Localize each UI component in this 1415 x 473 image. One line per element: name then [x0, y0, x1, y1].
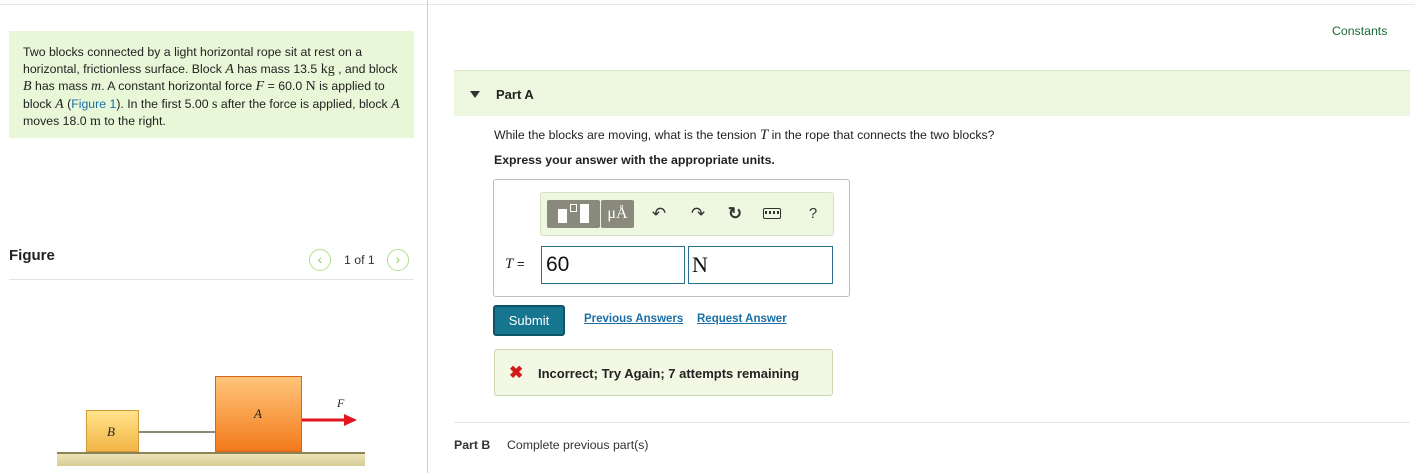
problem-text: moves 18.0 [23, 114, 90, 129]
question-text: While the blocks are moving, what is the… [494, 127, 995, 144]
var-a: A [225, 61, 234, 77]
templates-button[interactable] [547, 200, 600, 228]
math-toolbar: μÅ ↶ ↷ ↻ ? [540, 192, 834, 236]
unit-n: N [305, 79, 316, 95]
force-arrow [302, 414, 357, 426]
block-a: A [215, 376, 302, 452]
problem-text: after the force is applied, block [217, 96, 392, 111]
figure-divider [9, 279, 414, 280]
var-m: m [91, 79, 102, 95]
var-a: A [55, 96, 64, 112]
problem-text: has mass [31, 79, 92, 94]
next-figure-button[interactable]: › [386, 249, 409, 271]
question-post: in the rope that connects the two blocks… [768, 128, 995, 142]
incorrect-x-icon: ✖ [509, 363, 524, 382]
figure-title: Figure [9, 247, 55, 264]
force-label: F [337, 396, 345, 410]
rope [139, 431, 215, 433]
feedback-text: Incorrect; Try Again; 7 attempts remaini… [538, 366, 800, 381]
figure-link[interactable]: Figure 1 [71, 97, 116, 111]
prev-figure-button[interactable]: ‹ [309, 249, 331, 271]
unit-kg: kg [320, 61, 335, 77]
problem-text: has mass 13.5 [233, 61, 321, 76]
part-b-divider [454, 422, 1410, 423]
unit-input[interactable] [688, 246, 833, 284]
collapse-triangle-icon[interactable] [470, 91, 480, 98]
answer-eq: = [513, 256, 525, 271]
constants-link[interactable]: Constants [1332, 24, 1387, 38]
feedback-box: ✖ Incorrect; Try Again; 7 attempts remai… [494, 349, 833, 396]
var-b: B [23, 79, 32, 95]
answer-instruction: Express your answer with the appropriate… [494, 153, 775, 167]
undo-icon[interactable]: ↶ [649, 204, 669, 224]
part-a-header[interactable]: Part A [454, 70, 1410, 116]
value-input[interactable] [541, 246, 685, 284]
part-b-status: Complete previous part(s) [507, 438, 649, 452]
chevron-left-icon: ‹ [317, 251, 323, 267]
templates-icon-block [580, 204, 589, 223]
part-b-label[interactable]: Part B [454, 438, 490, 452]
request-answer-link[interactable]: Request Answer [697, 313, 787, 325]
previous-answers-link[interactable]: Previous Answers [584, 313, 683, 325]
templates-icon [558, 209, 567, 223]
problem-text: ). In the first 5.00 [116, 96, 213, 111]
submit-button[interactable]: Submit [493, 305, 565, 336]
block-a-label: A [254, 406, 262, 421]
var-t: T [759, 127, 769, 143]
var-f: F [255, 79, 265, 95]
keyboard-icon[interactable] [763, 204, 783, 219]
left-pane: Two blocks connected by a light horizont… [0, 0, 428, 473]
problem-statement: Two blocks connected by a light horizont… [9, 31, 414, 138]
block-b-label: B [107, 424, 115, 439]
units-icon: μÅ [607, 205, 628, 222]
figure-pager: ‹ 1 of 1 › [309, 249, 409, 271]
ground-surface [57, 452, 365, 466]
reset-icon[interactable]: ↻ [725, 204, 745, 224]
unit-m: m [90, 114, 101, 130]
problem-text: = 60.0 [264, 79, 306, 94]
block-b: B [86, 410, 139, 452]
figure-page-count: 1 of 1 [344, 253, 375, 267]
answer-label: T = [505, 256, 525, 273]
problem-text: , and block [334, 61, 398, 76]
help-icon[interactable]: ? [803, 204, 823, 224]
chevron-right-icon: › [395, 251, 401, 267]
part-a-label: Part A [496, 87, 534, 102]
units-button[interactable]: μÅ [601, 200, 634, 228]
var-a: A [391, 96, 400, 112]
question-pre: While the blocks are moving, what is the… [494, 128, 760, 142]
redo-icon[interactable]: ↷ [688, 204, 708, 224]
problem-text: . A constant horizontal force [101, 79, 256, 94]
templates-icon-box [570, 204, 577, 212]
problem-text: to the right. [100, 114, 166, 129]
